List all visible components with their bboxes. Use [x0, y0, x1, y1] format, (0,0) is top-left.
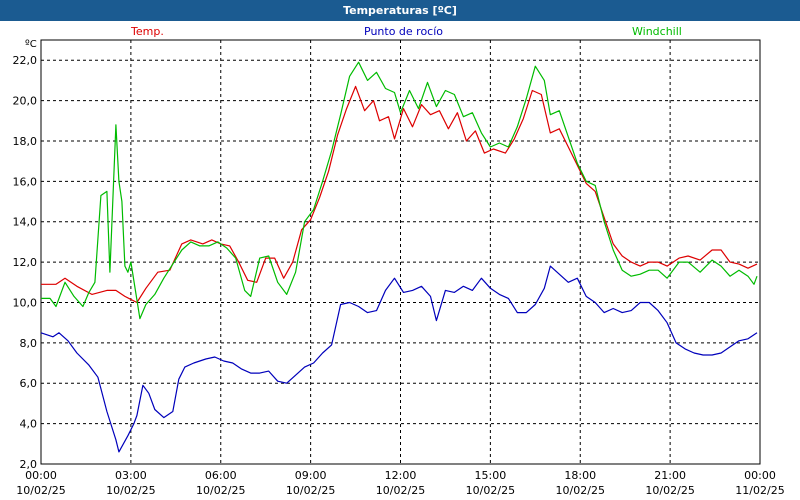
x-tick-time: 12:00 — [385, 469, 417, 482]
x-tick-date: 10/02/25 — [106, 484, 155, 497]
x-tick-date: 10/02/25 — [196, 484, 245, 497]
y-tick-label: 6,0 — [20, 377, 38, 390]
x-tick-date: 11/02/25 — [735, 484, 784, 497]
x-tick-time: 15:00 — [475, 469, 507, 482]
y-tick-label: 18,0 — [13, 135, 38, 148]
x-tick-time: 00:00 — [25, 469, 57, 482]
y-tick-label: 8,0 — [20, 337, 38, 350]
x-tick-date: 10/02/25 — [556, 484, 605, 497]
x-tick-time: 03:00 — [115, 469, 147, 482]
x-tick-time: 09:00 — [295, 469, 327, 482]
y-tick-label: 12,0 — [13, 256, 38, 269]
x-tick-date: 10/02/25 — [645, 484, 694, 497]
x-tick-time: 00:00 — [744, 469, 776, 482]
x-tick-date: 10/02/25 — [466, 484, 515, 497]
y-tick-label: 4,0 — [20, 418, 38, 431]
y-tick-label: 16,0 — [13, 175, 38, 188]
x-tick-time: 18:00 — [564, 469, 596, 482]
y-tick-label: 20,0 — [13, 95, 38, 108]
x-tick-date: 10/02/25 — [16, 484, 65, 497]
x-tick-time: 06:00 — [205, 469, 237, 482]
y-tick-label: 22,0 — [13, 54, 38, 67]
x-tick-date: 10/02/25 — [286, 484, 335, 497]
x-tick-date: 10/02/25 — [376, 484, 425, 497]
y-tick-label: 14,0 — [13, 216, 38, 229]
x-tick-time: 21:00 — [654, 469, 686, 482]
y-tick-label: 10,0 — [13, 296, 38, 309]
temperature-chart: 2,04,06,08,010,012,014,016,018,020,022,0… — [13, 39, 785, 497]
